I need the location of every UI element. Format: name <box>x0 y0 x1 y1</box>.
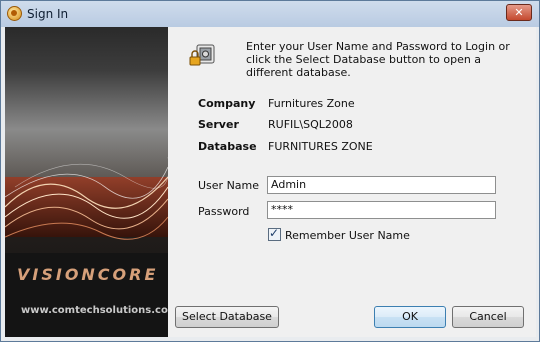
company-value: Furnitures Zone <box>268 97 355 110</box>
password-label: Password <box>198 205 250 218</box>
window-title: Sign In <box>27 7 69 21</box>
remember-checkbox[interactable] <box>268 226 281 241</box>
password-field[interactable]: **** <box>267 201 496 219</box>
dialog-body: VISIONCORE www.comtechsolutions.com Ente… <box>5 27 536 337</box>
remember-label[interactable]: Remember User Name <box>285 229 410 242</box>
company-website: www.comtechsolutions.com <box>21 305 168 316</box>
company-label: Company <box>198 97 256 110</box>
select-database-button[interactable]: Select Database <box>175 306 279 328</box>
side-banner: VISIONCORE www.comtechsolutions.com <box>5 27 168 337</box>
close-button[interactable]: ✕ <box>506 4 532 21</box>
close-icon: ✕ <box>514 6 524 19</box>
cancel-button[interactable]: Cancel <box>452 306 524 328</box>
ok-button[interactable]: OK <box>374 306 446 328</box>
database-lock-icon <box>189 44 215 66</box>
username-field[interactable]: Admin <box>267 176 496 194</box>
database-label: Database <box>198 140 257 153</box>
app-icon <box>7 6 22 21</box>
title-bar[interactable]: Sign In ✕ <box>1 1 539 27</box>
sign-in-dialog: Sign In ✕ VISIONCORE www.comtechsolution… <box>0 0 540 342</box>
server-value: RUFIL\SQL2008 <box>268 118 353 131</box>
banner-graphic <box>5 157 168 337</box>
intro-text: Enter your User Name and Password to Log… <box>246 40 510 79</box>
brand-logo: VISIONCORE <box>17 265 159 284</box>
database-value: FURNITURES ZONE <box>268 140 373 153</box>
username-label: User Name <box>198 179 260 192</box>
server-label: Server <box>198 118 239 131</box>
